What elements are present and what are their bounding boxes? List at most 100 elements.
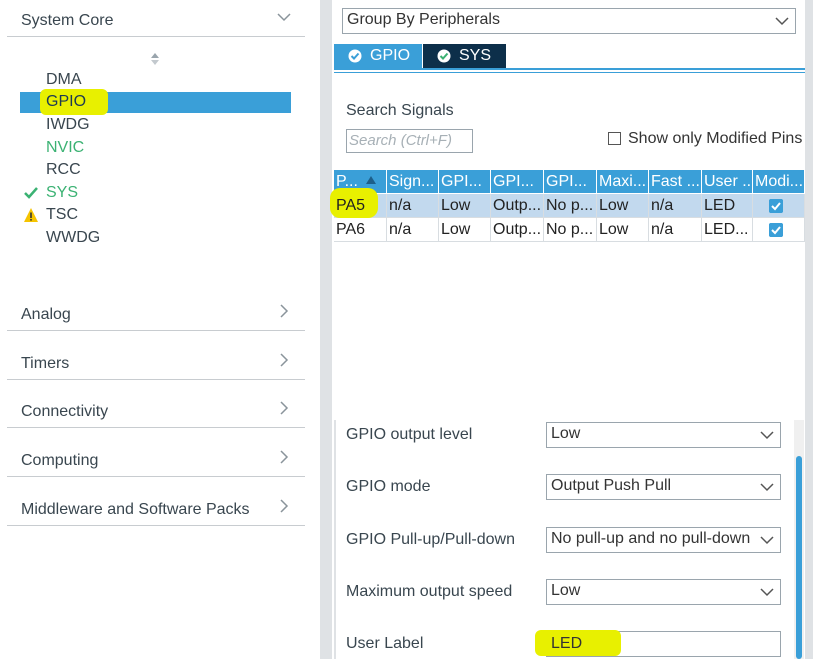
select-box[interactable]: Output Push Pull [546,474,781,500]
panel-splitter[interactable] [320,0,332,659]
cell-text: Low [441,197,471,214]
header-label: GPI... [441,173,482,190]
check-circle-icon [437,49,451,63]
column-header-gpio-mode[interactable]: GPI... [491,170,544,193]
categories-panel: System Core DMA GPIO IWDG NVIC RCC SYS T… [0,0,320,659]
table-row[interactable]: PA5 n/a Low Outp... No p... Low n/a LED [330,188,805,218]
search-signals-title: Search Signals [346,102,454,119]
max-output-speed-select[interactable]: Low [546,579,781,605]
gpio-pull-select[interactable]: No pull-up and no pull-down [546,527,781,553]
header-label: GPI... [546,173,587,190]
cell-text: Outp... [493,221,542,238]
cell-text: Low [599,197,629,214]
tab-gpio[interactable]: GPIO [334,44,422,68]
modified-checkbox[interactable] [769,223,783,237]
cell-pin: PA5 [330,188,387,218]
user-label-input[interactable]: LED [535,630,781,657]
column-header-signal[interactable]: Sign... [387,170,439,193]
group-by-value: Group By Peripherals [347,11,500,28]
chevron-down-icon [760,536,774,545]
cell-text: PA5 [336,197,366,214]
check-circle-icon [348,49,362,63]
cell-max-speed: Low [597,194,649,218]
tab-sys[interactable]: SYS [423,44,506,68]
cell-text: LED [704,197,736,214]
tree-item-label: WWDG [46,229,101,246]
cell-fast-mode: n/a [649,194,702,218]
sort-icon[interactable] [148,51,162,67]
select-value: No pull-up and no pull-down [551,530,751,547]
header-label: Fast ... [651,173,700,190]
column-header-fast-mode[interactable]: Fast ... [649,170,702,193]
tree-item-sys[interactable]: SYS [20,183,291,204]
column-header-user-label[interactable]: User ... [702,170,753,193]
select-value: Low [551,425,581,442]
search-signals-field[interactable] [346,129,473,153]
column-header-gpio-pull[interactable]: GPI... [544,170,597,193]
gpio-mode-select[interactable]: Output Push Pull [546,474,781,500]
chevron-down-icon [760,588,774,597]
tab-label: SYS [459,47,492,64]
category-label: Computing [21,452,99,469]
cell-text: Low [599,221,629,238]
cell-mode: Outp... [491,218,544,242]
gpio-output-level-select[interactable]: Low [546,422,781,448]
category-label: Connectivity [21,403,109,420]
tree-item-rcc[interactable]: RCC [20,160,291,181]
category-middleware[interactable]: Middleware and Software Packs [7,495,305,526]
warning-icon [24,208,38,222]
select-box[interactable]: Low [546,579,781,605]
tree-item-nvic[interactable]: NVIC [20,138,291,159]
chevron-down-icon [760,483,774,492]
gpio-configuration-panel: Group By Peripherals GPIO SYS Search Sig… [330,0,805,659]
table-row[interactable]: PA6 n/a Low Outp... No p... Low n/a LED.… [334,218,805,242]
tree-item-label: SYS [46,184,79,201]
select-value: Low [551,582,581,599]
tree-item-tsc[interactable]: TSC [20,205,291,226]
chevron-right-icon [280,450,289,464]
modified-checkbox[interactable] [769,199,783,213]
chevron-right-icon [280,499,289,513]
header-label: Modi... [755,173,804,190]
cell-signal: n/a [387,194,439,218]
search-input[interactable] [347,130,471,150]
window-edge [805,0,813,659]
user-label-value: LED [551,635,583,652]
cell-pin: PA6 [334,218,387,242]
tree-item-wwdg[interactable]: WWDG [20,228,291,249]
cell-text: LED... [704,221,749,238]
select-box[interactable]: Low [546,422,781,448]
cell-text: PA6 [336,221,366,238]
category-analog[interactable]: Analog [7,300,305,331]
tree-item-label: TSC [46,206,78,223]
category-system-core[interactable]: System Core [7,6,305,37]
category-timers[interactable]: Timers [7,349,305,380]
cell-modified [753,194,805,218]
header-label: Sign... [389,173,435,190]
show-modified-checkbox[interactable] [608,132,621,145]
select-value: Output Push Pull [551,477,672,494]
tree-item-iwdg[interactable]: IWDG [20,115,291,136]
properties-scrollbar[interactable] [794,420,804,659]
column-header-gpio-output-level[interactable]: GPI... [439,170,491,193]
tree-item-label: NVIC [46,139,85,156]
tab-underline [334,72,805,73]
category-label: Timers [21,355,70,372]
column-header-modified[interactable]: Modi... [753,170,805,193]
scrollbar-thumb[interactable] [796,456,802,659]
category-label: System Core [21,12,114,29]
group-by-select[interactable]: Group By Peripherals [342,8,796,34]
column-header-max-speed[interactable]: Maxi... [597,170,649,193]
cell-user-label: LED... [702,218,753,242]
header-label: Maxi... [599,173,647,190]
chevron-right-icon [280,401,289,415]
category-computing[interactable]: Computing [7,446,305,477]
tree-item-dma[interactable]: DMA [20,70,291,91]
cell-pull: No p... [544,218,597,242]
tree-item-gpio[interactable]: GPIO [20,89,291,115]
select-box[interactable]: No pull-up and no pull-down [546,527,781,553]
chevron-right-icon [280,353,289,367]
cell-text: Low [441,221,471,238]
chevron-down-icon [775,17,789,26]
category-connectivity[interactable]: Connectivity [7,397,305,428]
